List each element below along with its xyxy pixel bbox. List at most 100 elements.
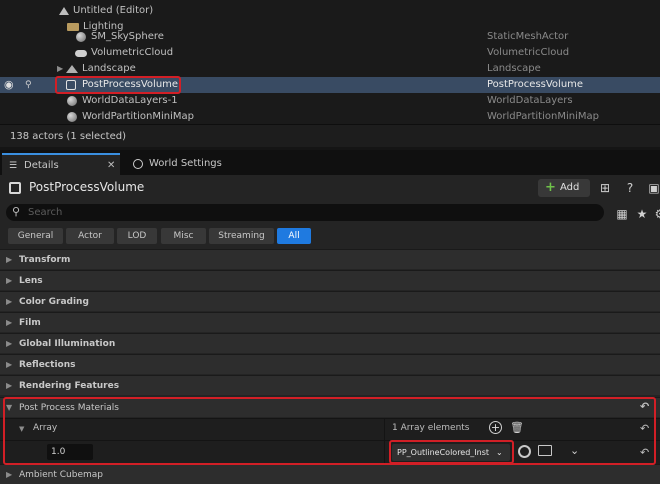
settings-gear-icon[interactable]: ⚙: [652, 206, 660, 222]
outliner-row-type: WorldDataLayers: [487, 95, 573, 106]
outliner-row-worldpartitionminimap[interactable]: WorldPartitionMiniMap WorldPartitionMini…: [0, 109, 660, 125]
outliner-row-label: VolumetricCloud: [91, 47, 174, 58]
expand-arrow-icon: ▶: [6, 318, 13, 327]
outliner-row-type: Landscape: [487, 63, 541, 74]
details-header: PostProcessVolume + Add ⊞ ? ▣: [0, 175, 660, 201]
outliner-row-postprocessvolume[interactable]: ◉ ⚲ PostProcessVolume PostProcessVolume: [0, 77, 660, 93]
column-divider: [384, 419, 385, 441]
expand-arrow-icon: ▶: [6, 276, 13, 285]
outliner-row-label: WorldDataLayers-1: [82, 95, 178, 106]
blueprint-icon[interactable]: ⊞: [597, 180, 613, 196]
outliner-row-type: WorldPartitionMiniMap: [487, 111, 599, 122]
category-label: Transform: [19, 255, 71, 265]
array-label: Array: [33, 423, 58, 433]
expand-arrow-icon: ▶: [6, 360, 13, 369]
tab-world-settings[interactable]: World Settings: [127, 153, 237, 175]
table-view-icon[interactable]: ▦: [614, 206, 630, 222]
search-input[interactable]: [28, 204, 588, 221]
outliner-row-landscape[interactable]: ▶ Landscape Landscape: [0, 61, 660, 77]
category-global-illumination[interactable]: ▶ Global Illumination: [0, 333, 660, 353]
visibility-eye-icon[interactable]: ◉: [4, 77, 14, 93]
details-search[interactable]: ⚲: [6, 204, 604, 221]
category-reflections[interactable]: ▶ Reflections: [0, 354, 660, 374]
category-label: Post Process Materials: [19, 403, 119, 413]
category-lens[interactable]: ▶ Lens: [0, 270, 660, 290]
category-label: Ambient Cubemap: [19, 470, 104, 480]
outliner-row-type: StaticMeshActor: [487, 31, 569, 42]
weight-value-field[interactable]: 1.0: [47, 444, 93, 460]
chevron-down-icon: ⌄: [496, 448, 503, 457]
info-actor-icon: [67, 96, 77, 106]
expand-arrow-icon: ▶: [6, 255, 13, 264]
lock-icon[interactable]: ▣: [646, 180, 660, 196]
material-asset-value: PP_OutlineColored_Inst: [397, 448, 490, 457]
filter-actor[interactable]: Actor: [66, 228, 114, 244]
chevron-down-icon[interactable]: ⌄: [570, 444, 579, 457]
world-outliner: Untitled (Editor) Lighting SM_SkySphere …: [0, 0, 660, 147]
property-row-element-0: 1.0 PP_OutlineColored_Inst ⌄ ⌄ ↶: [0, 440, 660, 465]
outliner-row-world[interactable]: Untitled (Editor): [0, 3, 660, 19]
expand-arrow-icon: ▶: [6, 339, 13, 348]
close-icon[interactable]: ✕: [107, 155, 115, 177]
expand-arrow-icon[interactable]: ▶: [57, 61, 63, 77]
add-component-button[interactable]: + Add: [538, 179, 590, 197]
tab-label: Details: [24, 160, 59, 171]
expand-arrow-icon: ▶: [6, 470, 13, 479]
expand-arrow-icon: ▶: [6, 297, 13, 306]
actor-name: PostProcessVolume: [29, 180, 145, 194]
filter-lod[interactable]: LOD: [117, 228, 157, 244]
outliner-row-label: PostProcessVolume: [82, 79, 179, 90]
globe-icon: [133, 159, 143, 169]
outliner-row-label: Untitled (Editor): [73, 5, 154, 16]
category-color-grading[interactable]: ▶ Color Grading: [0, 291, 660, 311]
info-actor-icon: [67, 112, 77, 122]
cloud-icon: [75, 50, 87, 57]
use-selected-asset-icon[interactable]: [518, 445, 531, 458]
outliner-row-label: WorldPartitionMiniMap: [82, 111, 194, 122]
landscape-icon: [66, 65, 78, 73]
category-rendering-features[interactable]: ▶ Rendering Features: [0, 375, 660, 395]
filter-general[interactable]: General: [8, 228, 63, 244]
details-panel: PostProcessVolume + Add ⊞ ? ▣ ⚲ ▦ ★ ⚙ Ge…: [0, 175, 660, 484]
category-label: Film: [19, 318, 41, 328]
help-icon[interactable]: ?: [622, 180, 638, 196]
expand-arrow-icon: ▶: [6, 381, 13, 390]
outliner-row-type: VolumetricCloud: [487, 47, 570, 58]
outliner-row-label: SM_SkySphere: [91, 31, 164, 42]
actor-count-status: 138 actors (1 selected): [0, 124, 660, 147]
outliner-row-worlddatalayers[interactable]: WorldDataLayers-1 WorldDataLayers: [0, 93, 660, 109]
trash-icon[interactable]: 🗑: [510, 421, 524, 434]
tab-details[interactable]: ☰ Details ✕: [2, 153, 120, 175]
reset-to-default-icon[interactable]: ↶: [640, 400, 653, 414]
static-mesh-icon: [76, 32, 86, 42]
outliner-row-volumetric-cloud[interactable]: VolumetricCloud VolumetricCloud: [0, 45, 660, 61]
category-film[interactable]: ▶ Film: [0, 312, 660, 332]
add-element-icon[interactable]: +: [489, 421, 502, 434]
column-divider: [384, 441, 385, 465]
reset-to-default-icon[interactable]: ↶: [640, 422, 653, 436]
tab-label: World Settings: [149, 158, 222, 169]
filter-misc[interactable]: Misc: [161, 228, 206, 244]
pin-icon[interactable]: ⚲: [25, 77, 32, 93]
category-ambient-cubemap[interactable]: ▶ Ambient Cubemap: [0, 464, 660, 484]
filter-streaming[interactable]: Streaming: [209, 228, 274, 244]
collapse-arrow-icon: ▼: [6, 403, 13, 412]
plus-icon: +: [545, 180, 556, 195]
world-icon: [59, 7, 69, 15]
browse-folder-icon[interactable]: [538, 445, 552, 456]
outliner-row-sm-skysphere[interactable]: SM_SkySphere StaticMeshActor: [0, 30, 660, 44]
search-icon: ⚲: [12, 205, 21, 218]
reset-to-default-icon[interactable]: ↶: [640, 446, 653, 460]
category-label: Rendering Features: [19, 381, 120, 391]
category-label: Global Illumination: [19, 339, 116, 349]
add-button-label: Add: [560, 182, 580, 193]
category-transform[interactable]: ▶ Transform: [0, 249, 660, 269]
category-post-process-materials[interactable]: ▼ Post Process Materials ↶: [0, 397, 660, 417]
filter-all[interactable]: All: [277, 228, 311, 244]
post-process-volume-icon: [66, 80, 76, 90]
outliner-row-label: Landscape: [82, 63, 136, 74]
collapse-arrow-icon[interactable]: ▼: [19, 425, 24, 433]
category-label: Reflections: [19, 360, 76, 370]
material-asset-dropdown[interactable]: PP_OutlineColored_Inst ⌄: [392, 444, 510, 461]
favorite-star-icon[interactable]: ★: [634, 206, 650, 222]
